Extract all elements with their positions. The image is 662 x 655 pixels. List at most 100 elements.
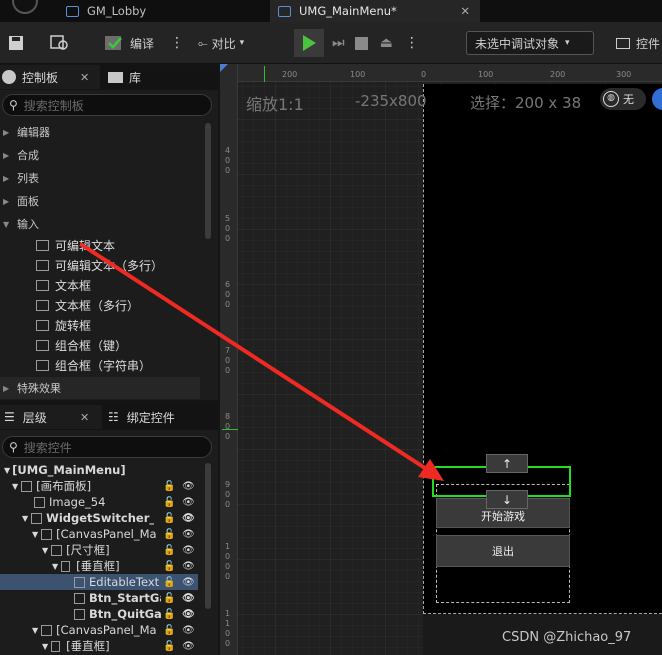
- tree-row-btn-start[interactable]: Btn_StartGa 🔓 👁: [0, 590, 205, 606]
- category-composite[interactable]: ▶ 合成: [0, 144, 205, 166]
- caret-down-icon: ▼: [32, 529, 39, 539]
- folder-icon: [108, 71, 123, 83]
- selection-size-label: 选择：200 x 38: [470, 94, 582, 112]
- tree-row-umg-mainmenu[interactable]: ▼ [UMG_MainMenu]: [0, 462, 205, 478]
- lock-icon[interactable]: 🔓: [163, 593, 175, 604]
- compile-label: 编译: [130, 36, 155, 51]
- eject-icon[interactable]: ⏏: [380, 35, 393, 51]
- eye-icon[interactable]: 👁: [182, 529, 195, 540]
- diff-icon: ⟜: [198, 35, 208, 50]
- palette-item-editable-text[interactable]: 可编辑文本: [36, 235, 115, 255]
- row-label: [画布面板]: [36, 479, 92, 493]
- tab-hierarchy[interactable]: ☰ 层级 ✕: [0, 405, 102, 429]
- eye-icon[interactable]: 👁: [182, 545, 195, 556]
- tab-gm-lobby[interactable]: GM_Lobby: [56, 0, 266, 22]
- eye-icon[interactable]: 👁: [182, 641, 195, 652]
- close-icon[interactable]: ✕: [80, 411, 89, 424]
- palette-item-text-box-multiline[interactable]: 文本框（多行）: [36, 295, 139, 315]
- hierarchy-scrollbar[interactable]: [205, 463, 211, 609]
- console-label: 控件: [636, 36, 661, 51]
- palette-icon: [2, 70, 16, 84]
- tree-row-editable-text[interactable]: EditableText 🔓 👁: [0, 574, 198, 590]
- editable-text-icon: [36, 239, 49, 251]
- row-label: [垂直框]: [76, 559, 120, 573]
- console-button[interactable]: 控件: [616, 22, 660, 64]
- tree-row-image[interactable]: Image_54 🔓 👁: [0, 494, 205, 510]
- browse-icon[interactable]: [50, 22, 70, 64]
- caret-down-icon: ▼: [32, 625, 39, 635]
- tab-label: 绑定控件: [126, 410, 175, 425]
- compile-button[interactable]: 编译: [103, 22, 154, 64]
- eye-icon[interactable]: 👁: [182, 561, 195, 572]
- move-up-button[interactable]: ↑: [486, 454, 528, 473]
- diff-label: 对比: [211, 36, 236, 51]
- designer-viewport[interactable]: 200 100 0 100 200 300 400 500 600 700 80…: [220, 64, 662, 655]
- play-options-icon[interactable]: ⋮: [405, 35, 419, 51]
- category-list[interactable]: ▶ 列表: [0, 167, 205, 189]
- lock-icon[interactable]: 🔓: [163, 513, 175, 524]
- lock-icon[interactable]: 🔓: [163, 497, 175, 508]
- main-toolbar: 编译 ⋮ ⟜ 对比 ▾ ⏭ ⏏ ⋮ 未选中调试对象 ▾ 控件: [0, 22, 662, 64]
- lock-icon[interactable]: 🔓: [163, 529, 175, 540]
- dimensions-label: -235x800: [355, 92, 427, 110]
- save-icon[interactable]: [8, 22, 24, 64]
- eye-icon[interactable]: 👁: [182, 625, 195, 636]
- eye-icon[interactable]: 👁: [182, 609, 195, 620]
- tree-row-canvas-panel-2[interactable]: ▼ [CanvasPanel_Ma 🔓 👁: [0, 622, 205, 638]
- diff-button[interactable]: ⟜ 对比 ▾: [198, 22, 244, 64]
- tree-row-btn-quit[interactable]: Btn_QuitGa 🔓 👁: [0, 606, 205, 622]
- palette-scrollbar[interactable]: [205, 123, 211, 239]
- play-group: ⏭ ⏏ ⋮: [294, 22, 419, 64]
- tab-umg-mainmenu[interactable]: UMG_MainMenu* ✕: [270, 0, 480, 22]
- play-button[interactable]: [294, 29, 324, 57]
- lock-icon[interactable]: 🔓: [163, 481, 175, 492]
- tree-row-vertical-box-2[interactable]: ▼ [垂直框] 🔓 👁: [0, 638, 205, 654]
- category-input[interactable]: ▼ 输入: [0, 213, 205, 235]
- tree-row-vertical-box[interactable]: ▼ [垂直框] 🔓 👁: [0, 558, 205, 574]
- quit-button[interactable]: 退出: [436, 535, 570, 567]
- localization-toggle[interactable]: ◍ 无: [600, 88, 646, 110]
- eye-icon[interactable]: 👁: [182, 497, 195, 508]
- eye-icon[interactable]: 👁: [182, 513, 195, 524]
- tree-row-canvas-panel[interactable]: ▼ [画布面板] 🔓 👁: [0, 478, 205, 494]
- palette-item-text-box[interactable]: 文本框: [36, 275, 91, 295]
- hierarchy-search-input[interactable]: ⚲ 搜索控件: [2, 436, 212, 458]
- lock-icon[interactable]: 🔓: [163, 609, 175, 620]
- move-down-button[interactable]: ↓: [486, 490, 528, 509]
- tab-palette[interactable]: 控制板 ✕: [0, 65, 100, 89]
- tab-library[interactable]: 库: [108, 65, 141, 89]
- row-label: Btn_StartGa: [89, 591, 161, 605]
- eye-icon[interactable]: 👁: [182, 481, 195, 492]
- palette-item-editable-text-multiline[interactable]: 可编辑文本（多行）: [36, 255, 163, 275]
- palette-search-input[interactable]: ⚲ 搜索控制板: [2, 94, 212, 116]
- row-label: [UMG_MainMenu]: [12, 463, 126, 477]
- palette-item-spin-box[interactable]: 旋转框: [36, 315, 91, 335]
- lock-icon[interactable]: 🔓: [163, 561, 175, 572]
- palette-item-combo-box-key[interactable]: 组合框（键）: [36, 335, 127, 355]
- localization-label: 无: [623, 93, 634, 106]
- eye-icon[interactable]: 👁: [182, 577, 195, 588]
- category-editor[interactable]: ▶ 编辑器: [0, 121, 205, 143]
- close-icon[interactable]: ✕: [80, 71, 89, 84]
- category-special-effects[interactable]: ▶ 特殊效果: [0, 377, 200, 399]
- lock-icon[interactable]: 🔓: [163, 577, 175, 588]
- lock-icon[interactable]: 🔓: [163, 625, 175, 636]
- chevron-down-icon: ▾: [239, 38, 245, 48]
- compile-options-icon[interactable]: ⋮: [170, 22, 184, 64]
- ruler-top-label: 100: [350, 70, 366, 79]
- close-tab-icon[interactable]: ✕: [460, 4, 470, 18]
- tree-row-widget-switcher[interactable]: ▼ WidgetSwitcher_M 🔓 👁: [0, 510, 205, 526]
- debug-target-dropdown[interactable]: 未选中调试对象 ▾: [466, 31, 594, 55]
- category-panel[interactable]: ▶ 面板: [0, 190, 205, 212]
- tree-row-canvas-panel-main[interactable]: ▼ [CanvasPanel_Ma 🔓 👁: [0, 526, 205, 542]
- eye-icon[interactable]: 👁: [182, 593, 195, 604]
- tab-bind-widgets[interactable]: ☷ 绑定控件: [108, 405, 175, 429]
- palette-item-combo-box-string[interactable]: 组合框（字符串）: [36, 355, 151, 375]
- lock-icon[interactable]: 🔓: [163, 641, 175, 652]
- lock-icon[interactable]: 🔓: [163, 545, 175, 556]
- ruler-marker-x: [264, 66, 265, 82]
- step-icon[interactable]: ⏭: [332, 35, 345, 51]
- tree-row-size-box[interactable]: ▼ [尺寸框] 🔓 👁: [0, 542, 205, 558]
- chevron-down-icon: ▾: [565, 38, 570, 48]
- stop-icon[interactable]: [354, 36, 368, 50]
